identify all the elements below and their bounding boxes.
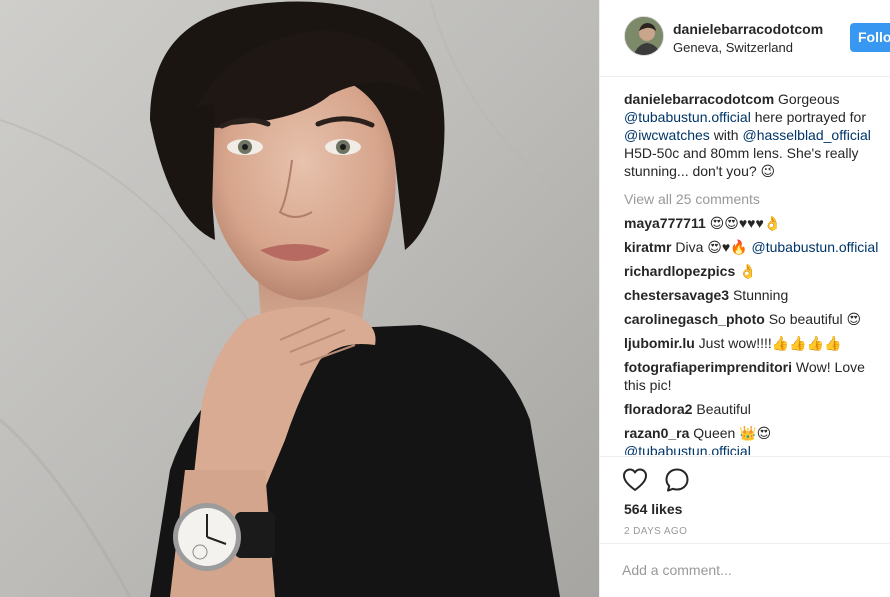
comment-username[interactable]: kiratmr bbox=[624, 239, 671, 255]
comment-item: maya777711 😍😍♥♥♥👌 bbox=[624, 214, 888, 232]
caption-mention[interactable]: @iwcwatches bbox=[624, 127, 710, 143]
comment-text: Diva 😍♥🔥 bbox=[675, 239, 748, 255]
caption-text: Gorgeous bbox=[778, 91, 840, 107]
caption-text: here portrayed for bbox=[754, 109, 867, 125]
post-caption: danielebarracodotcom Gorgeous @tubabustu… bbox=[624, 90, 888, 180]
post-header: danielebarracodotcom Geneva, Switzerland… bbox=[600, 0, 890, 77]
comment-username[interactable]: floradora2 bbox=[624, 401, 692, 417]
follow-button[interactable]: Follo bbox=[850, 23, 890, 52]
comment-username[interactable]: ljubomir.lu bbox=[624, 335, 695, 351]
comment-item: carolinegasch_photo So beautiful 😍 bbox=[624, 310, 888, 328]
comment-username[interactable]: maya777711 bbox=[624, 215, 706, 231]
comments-section: danielebarracodotcom Gorgeous @tubabustu… bbox=[624, 90, 888, 455]
comment-text: So beautiful 😍 bbox=[768, 311, 862, 327]
comment-item: chestersavage3 Stunning bbox=[624, 286, 888, 304]
comment-text: 😍😍♥♥♥👌 bbox=[709, 215, 782, 231]
comment-text: Stunning bbox=[732, 287, 789, 303]
caption-mention[interactable]: @hasselblad_official bbox=[742, 127, 870, 143]
add-comment-bar bbox=[600, 543, 890, 597]
caption-mention[interactable]: @tubabustun.official bbox=[624, 109, 751, 125]
add-comment-input[interactable] bbox=[622, 558, 872, 582]
comment-username[interactable]: fotografiaperimprenditori bbox=[624, 359, 792, 375]
post-location[interactable]: Geneva, Switzerland bbox=[673, 40, 793, 55]
comment-mention[interactable]: @tubabustun.official bbox=[624, 443, 751, 455]
comment-username[interactable]: richardlopezpics bbox=[624, 263, 735, 279]
comment-item: razan0_ra Queen 👑😍 @tubabustun.official bbox=[624, 424, 888, 455]
avatar[interactable] bbox=[624, 16, 664, 56]
comment-item: ljubomir.lu Just wow!!!!👍👍👍👍 bbox=[624, 334, 888, 352]
comment-text: Just wow!!!!👍👍👍👍 bbox=[698, 335, 842, 351]
comment-text: Queen 👑😍 bbox=[693, 425, 772, 441]
comment-item: kiratmr Diva 😍♥🔥 @tubabustun.official bbox=[624, 238, 888, 256]
caption-text: H5D-50c and 80mm lens. She's really stun… bbox=[624, 145, 859, 179]
comment-bubble-icon[interactable] bbox=[664, 467, 690, 493]
post-photo[interactable] bbox=[0, 0, 599, 597]
post-timestamp[interactable]: 2 DAYS AGO bbox=[624, 526, 687, 537]
comment-username[interactable]: razan0_ra bbox=[624, 425, 689, 441]
heart-icon[interactable] bbox=[622, 467, 648, 493]
comment-text: 👌 bbox=[739, 263, 757, 279]
avatar-photo-icon bbox=[625, 17, 663, 55]
like-count[interactable]: 564 likes bbox=[624, 501, 682, 517]
comment-username[interactable]: chestersavage3 bbox=[624, 287, 729, 303]
comment-item: richardlopezpics 👌 bbox=[624, 262, 888, 280]
caption-text: with bbox=[713, 127, 739, 143]
portrait-illustration bbox=[0, 0, 599, 597]
comment-item: fotografiaperimprenditori Wow! Love this… bbox=[624, 358, 888, 394]
comment-text: Beautiful bbox=[696, 401, 751, 417]
view-all-comments-link[interactable]: View all 25 comments bbox=[624, 190, 888, 208]
comment-item: floradora2 Beautiful bbox=[624, 400, 888, 418]
caption-username[interactable]: danielebarracodotcom bbox=[624, 91, 774, 107]
comment-username[interactable]: carolinegasch_photo bbox=[624, 311, 765, 327]
post-sidebar: danielebarracodotcom Geneva, Switzerland… bbox=[599, 0, 890, 597]
comment-mention[interactable]: @tubabustun.official bbox=[752, 239, 879, 255]
instagram-post: danielebarracodotcom Geneva, Switzerland… bbox=[0, 0, 890, 597]
post-author-username[interactable]: danielebarracodotcom bbox=[673, 21, 823, 37]
post-actions: 564 likes 2 DAYS AGO bbox=[600, 456, 890, 543]
